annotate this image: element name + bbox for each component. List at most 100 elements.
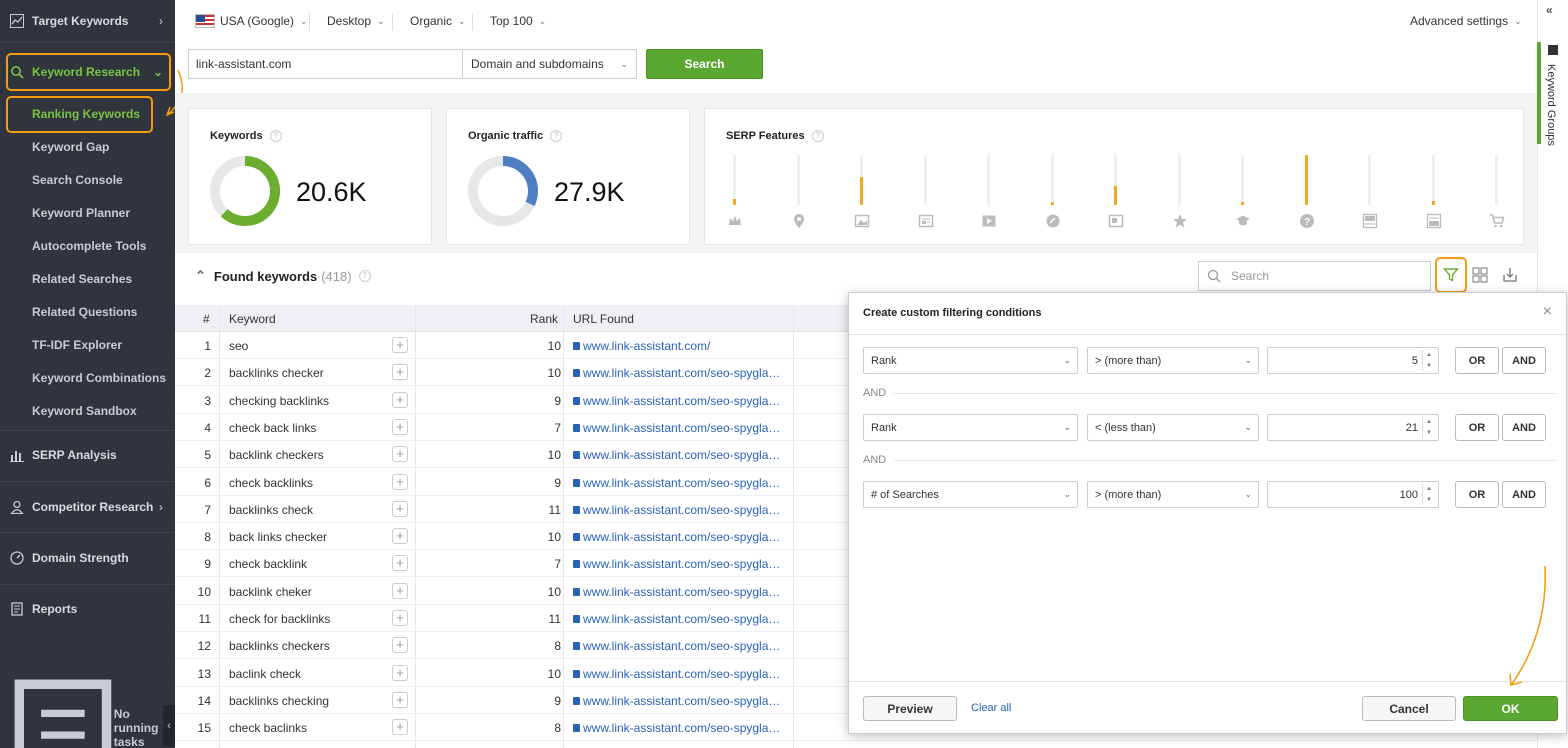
advanced-settings-dropdown[interactable]: Advanced settings ⌄ [1410, 14, 1522, 28]
col-header-num[interactable]: # [203, 305, 210, 332]
nav-reports[interactable]: Reports [0, 594, 175, 624]
help-icon[interactable]: ? [550, 130, 563, 143]
help-icon[interactable]: ? [269, 130, 282, 143]
help-icon[interactable]: ? [811, 130, 824, 143]
scope-select[interactable]: Domain and subdomains ⌄ [462, 49, 637, 79]
depth-dropdown[interactable]: Top 100 ⌄ [490, 14, 546, 28]
condition-2-field[interactable]: Rank ⌄ [863, 414, 1078, 441]
keyword-groups-tab[interactable]: Keyword Groups [1545, 64, 1557, 146]
condition-3-operator[interactable]: > (more than) ⌄ [1087, 481, 1259, 508]
row-url-link[interactable]: www.link-assistant.com/seo-spyglass/free… [573, 476, 783, 490]
condition-2-and-button[interactable]: AND [1502, 414, 1546, 441]
result-type-dropdown[interactable]: Organic ⌄ [410, 14, 466, 28]
plus-icon[interactable]: + [392, 418, 408, 435]
serp-feature-column[interactable] [1043, 155, 1063, 235]
filter-button[interactable] [1435, 257, 1467, 293]
condition-1-and-button[interactable]: AND [1502, 347, 1546, 374]
nav-target-keywords[interactable]: Target Keywords › [0, 6, 175, 36]
row-url-link[interactable]: www.link-assistant.com/seo-spyglass/free… [573, 394, 783, 408]
serp-feature-column[interactable]: ? [1297, 155, 1317, 235]
clear-all-link[interactable]: Clear all [971, 702, 1011, 714]
nav-keyword-combinations[interactable]: Keyword Combinations [32, 367, 166, 389]
serp-feature-column[interactable] [1424, 155, 1444, 235]
export-icon[interactable] [1501, 266, 1519, 284]
plus-icon[interactable]: + [392, 691, 408, 708]
nav-related-searches[interactable]: Related Searches [32, 268, 132, 290]
task-status[interactable]: No running tasks [0, 679, 175, 748]
nav-tfidf-explorer[interactable]: TF-IDF Explorer [32, 334, 122, 356]
plus-icon[interactable]: + [392, 528, 408, 545]
collapse-up-icon[interactable]: ⌃ [195, 268, 206, 284]
row-url-link[interactable]: www.link-assistant.com/seo-spyglass/free… [573, 448, 783, 462]
plus-icon[interactable]: + [392, 719, 408, 736]
col-header-url[interactable]: URL Found [573, 305, 634, 332]
condition-3-and-button[interactable]: AND [1502, 481, 1546, 508]
row-url-link[interactable]: www.link-assistant.com/seo-spyglass/free… [573, 366, 783, 380]
condition-3-field[interactable]: # of Searches ⌄ [863, 481, 1078, 508]
serp-feature-column[interactable] [789, 155, 809, 235]
condition-2-value[interactable]: 21 ▲ ▼ [1267, 414, 1439, 441]
nav-autocomplete-tools[interactable]: Autocomplete Tools [32, 235, 146, 257]
serp-feature-column[interactable] [725, 155, 745, 235]
plus-icon[interactable]: + [392, 637, 408, 654]
plus-icon[interactable]: + [392, 337, 408, 353]
region-dropdown[interactable]: USA (Google) ⌄ [195, 14, 308, 28]
nav-keyword-sandbox[interactable]: Keyword Sandbox [32, 400, 137, 422]
cancel-button[interactable]: Cancel [1362, 696, 1456, 721]
row-url-link[interactable]: www.link-assistant.com/seo-spyglass/free… [573, 557, 783, 571]
row-url-link[interactable]: www.link-assistant.com/seo-spyglass/free… [573, 694, 783, 708]
condition-2-or-button[interactable]: OR [1455, 414, 1499, 441]
condition-3-value[interactable]: 100 ▲ ▼ [1267, 481, 1439, 508]
grid-view-icon[interactable] [1471, 266, 1489, 284]
plus-icon[interactable]: + [392, 610, 408, 626]
col-header-rank[interactable]: Rank [530, 305, 558, 332]
keyword-search-input[interactable]: Search [1198, 261, 1431, 291]
nav-related-questions[interactable]: Related Questions [32, 301, 137, 323]
serp-feature-column[interactable] [1487, 155, 1507, 235]
nav-domain-strength[interactable]: Domain Strength [0, 543, 175, 573]
serp-feature-column[interactable] [1106, 155, 1126, 235]
row-url-link[interactable]: www.link-assistant.com/ [573, 339, 783, 353]
condition-3-or-button[interactable]: OR [1455, 481, 1499, 508]
help-icon[interactable]: ? [358, 270, 371, 282]
serp-feature-column[interactable] [1360, 155, 1380, 235]
row-url-link[interactable]: www.link-assistant.com/seo-spyglass/free… [573, 585, 783, 599]
domain-input[interactable]: link-assistant.com [188, 49, 463, 79]
plus-icon[interactable]: + [392, 391, 408, 408]
plus-icon[interactable]: + [392, 582, 408, 599]
plus-icon[interactable]: + [392, 664, 408, 681]
plus-icon[interactable]: + [392, 446, 408, 463]
row-url-link[interactable]: www.link-assistant.com/seo-spyglass/free… [573, 503, 783, 517]
row-url-link[interactable]: www.link-assistant.com/seo-spyglass/free… [573, 639, 783, 653]
serp-feature-column[interactable] [1170, 155, 1190, 235]
condition-1-or-button[interactable]: OR [1455, 347, 1499, 374]
row-url-link[interactable]: www.link-assistant.com/seo-spyglass/free… [573, 612, 783, 626]
close-icon[interactable]: × [1543, 304, 1552, 320]
stepper-icon[interactable]: ▲ ▼ [1422, 484, 1435, 505]
col-header-keyword[interactable]: Keyword [229, 305, 276, 332]
preview-button[interactable]: Preview [863, 696, 957, 721]
condition-1-value[interactable]: 5 ▲ ▼ [1267, 347, 1439, 374]
device-dropdown[interactable]: Desktop ⌄ [327, 14, 385, 28]
plus-icon[interactable]: + [392, 555, 408, 572]
nav-search-console[interactable]: Search Console [32, 169, 123, 191]
serp-feature-column[interactable] [852, 155, 872, 235]
condition-1-operator[interactable]: > (more than) ⌄ [1087, 347, 1259, 374]
nav-keyword-planner[interactable]: Keyword Planner [32, 202, 130, 224]
ok-button[interactable]: OK [1463, 696, 1558, 721]
stepper-icon[interactable]: ▲ ▼ [1422, 350, 1435, 371]
condition-2-operator[interactable]: < (less than) ⌄ [1087, 414, 1259, 441]
stepper-icon[interactable]: ▲ ▼ [1422, 417, 1435, 438]
row-url-link[interactable]: www.link-assistant.com/seo-spyglass/free… [573, 421, 783, 435]
nav-keyword-gap[interactable]: Keyword Gap [32, 136, 109, 158]
serp-feature-column[interactable] [916, 155, 936, 235]
serp-feature-column[interactable] [1233, 155, 1253, 235]
sidebar-collapse-button[interactable]: ‹ [163, 705, 175, 747]
row-url-link[interactable]: www.link-assistant.com/seo-spyglass/free… [573, 721, 783, 735]
plus-icon[interactable]: + [392, 473, 408, 490]
row-url-link[interactable]: www.link-assistant.com/seo-spyglass/free… [573, 530, 783, 544]
nav-serp-analysis[interactable]: SERP Analysis [0, 440, 175, 470]
condition-1-field[interactable]: Rank ⌄ [863, 347, 1078, 374]
row-url-link[interactable]: www.link-assistant.com/seo-spyglass/free… [573, 667, 783, 681]
plus-icon[interactable]: + [392, 364, 408, 381]
